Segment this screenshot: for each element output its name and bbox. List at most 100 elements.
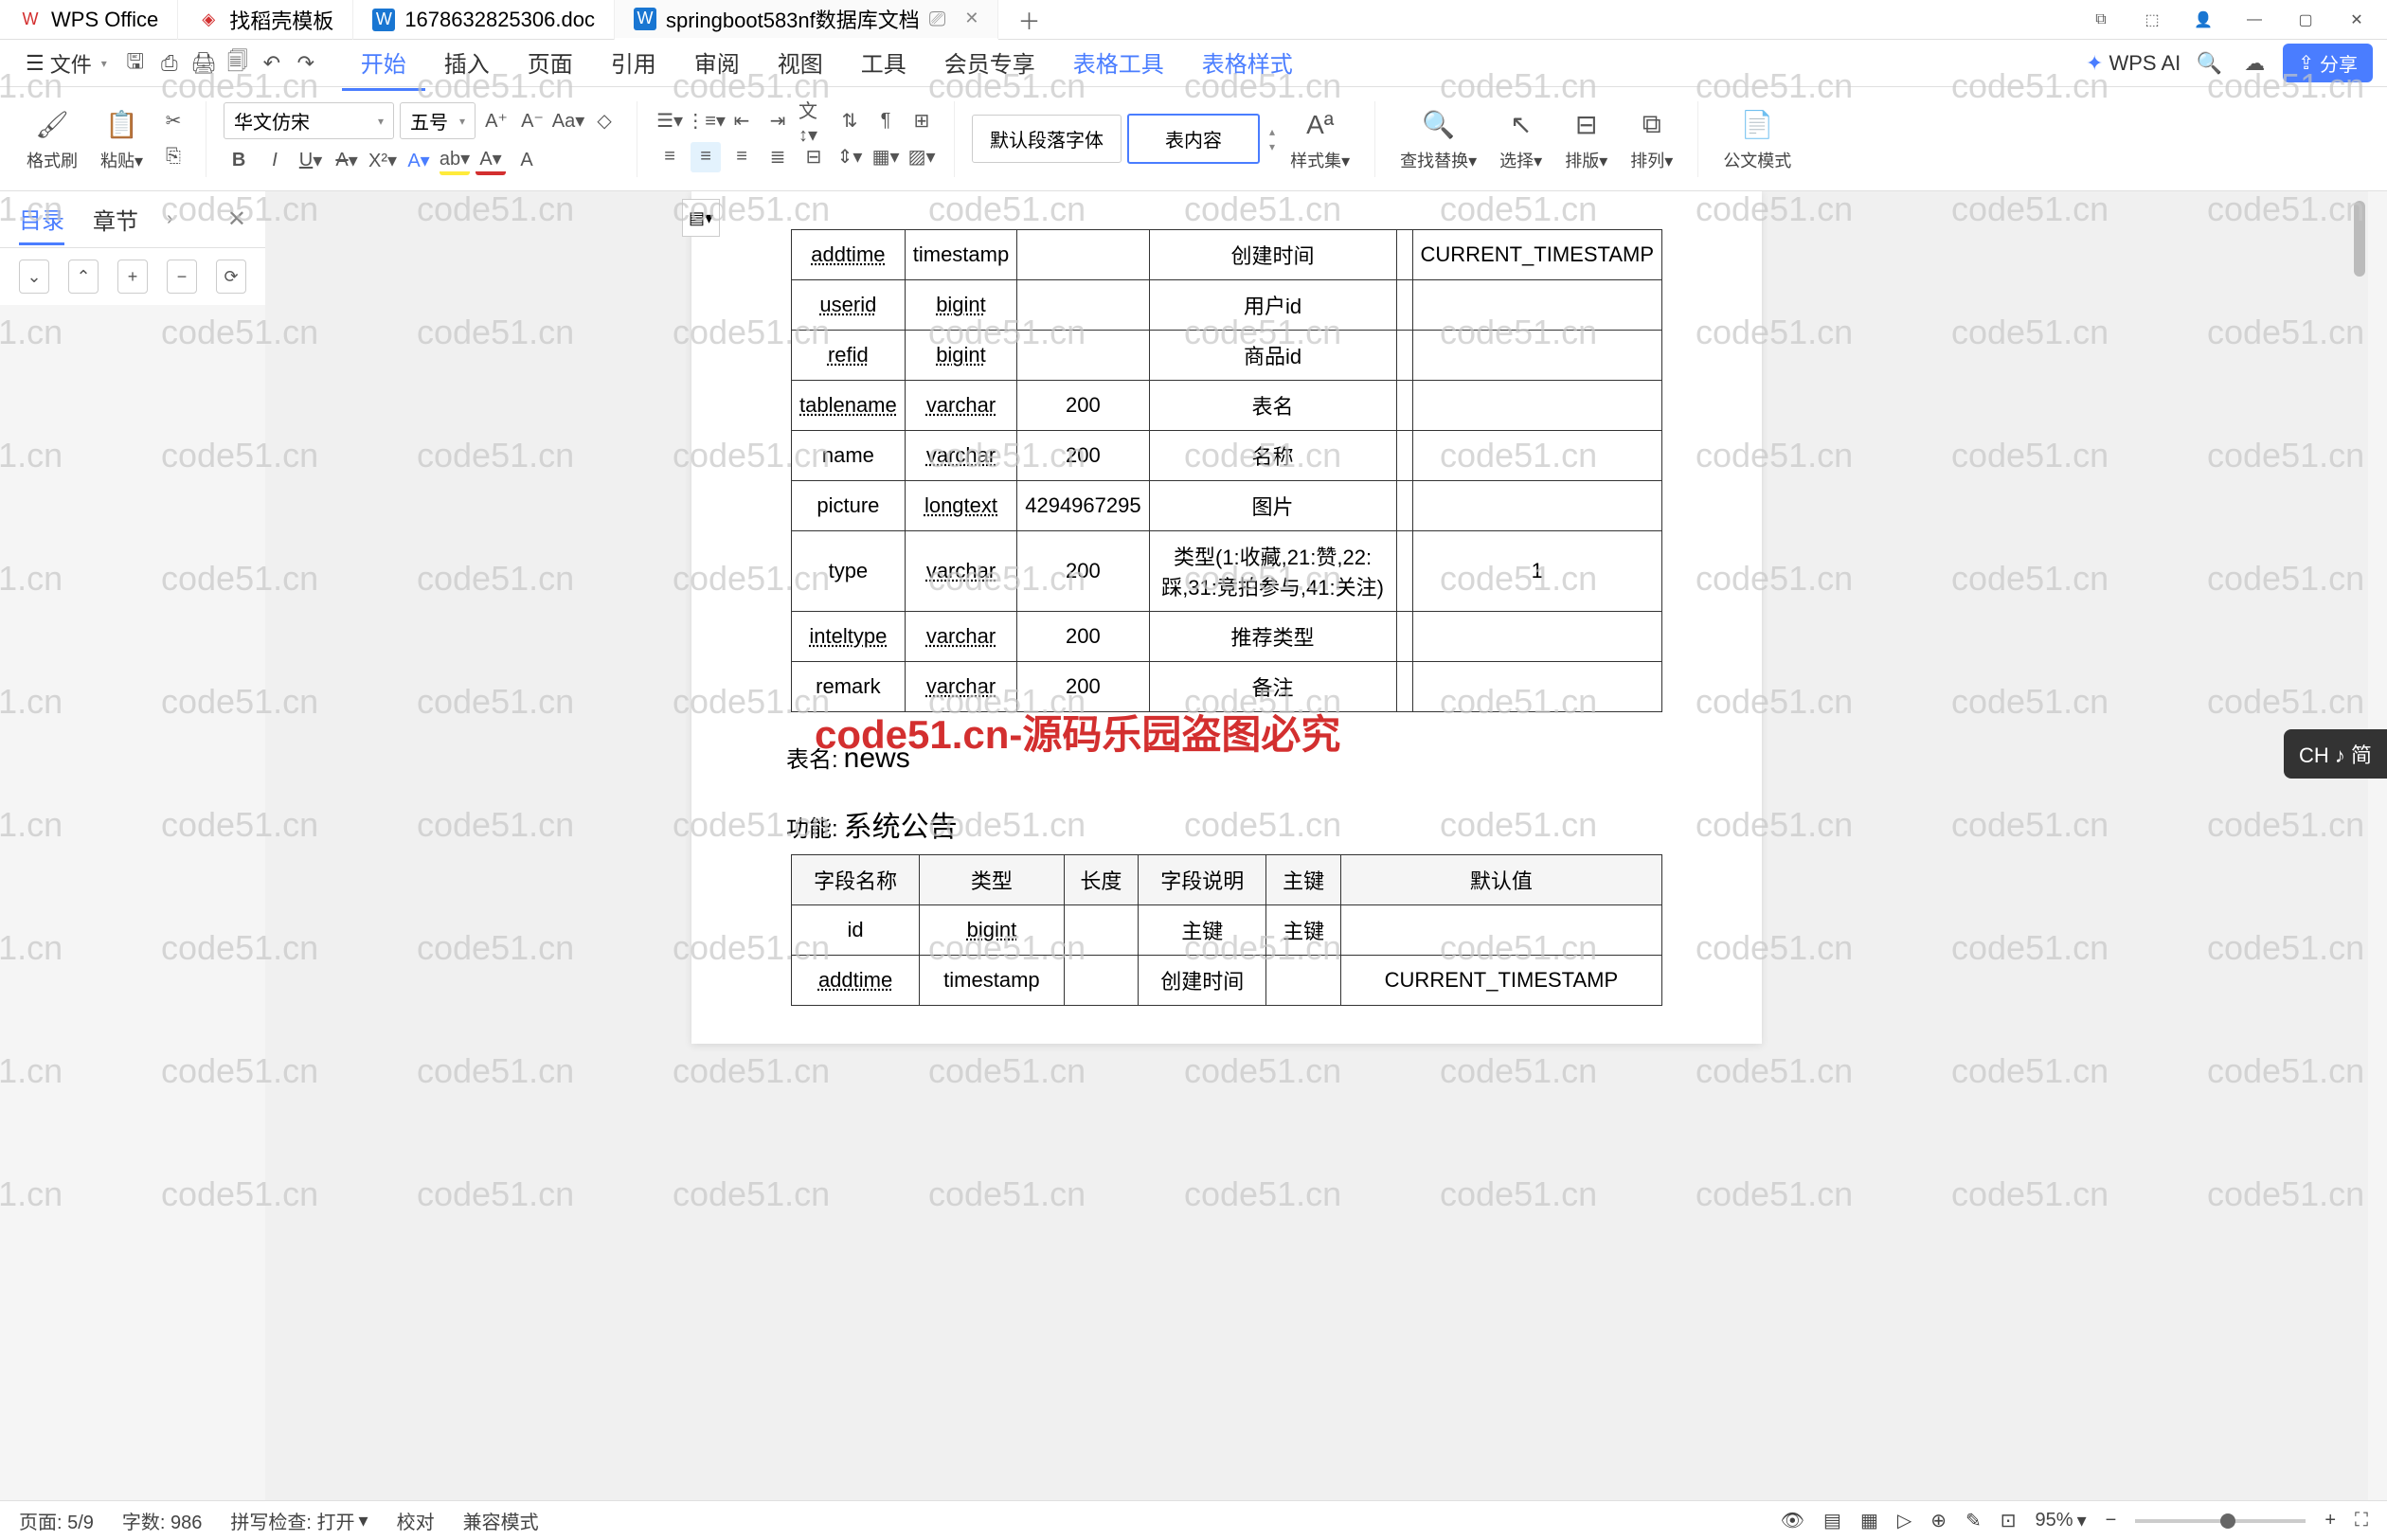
font-color-icon[interactable]: A▾	[476, 145, 506, 175]
sidebar-tab-chapter[interactable]: 章节	[93, 195, 138, 243]
align-center-icon[interactable]: ≡	[691, 142, 721, 172]
table-row[interactable]: picturelongtext4294967295图片	[792, 481, 1662, 531]
view-web-icon[interactable]: ▦	[1860, 1509, 1878, 1532]
close-window-icon[interactable]: ✕	[2345, 9, 2368, 31]
chevron-up-icon[interactable]: ▴	[1269, 125, 1275, 138]
arrange2-icon[interactable]: ⧉	[1633, 106, 1671, 144]
underline-icon[interactable]: U▾	[296, 145, 326, 175]
copy-icon[interactable]: ⎘	[158, 142, 188, 172]
app-tab-wps[interactable]: W WPS Office	[0, 0, 178, 40]
table-row[interactable]: addtimetimestamp创建时间CURRENT_TIMESTAMP	[792, 230, 1662, 280]
ribbon-tab-review[interactable]: 审阅	[675, 36, 759, 91]
refresh-icon[interactable]: ⟳	[216, 260, 246, 294]
style-table-content[interactable]: 表内容	[1127, 114, 1260, 164]
remove-icon[interactable]: −	[167, 260, 197, 294]
italic-icon[interactable]: I	[260, 145, 290, 175]
fit-icon[interactable]: ⊡	[2001, 1509, 2017, 1532]
snap-icon[interactable]: ⊞	[906, 106, 937, 136]
justify-icon[interactable]: ≣	[763, 142, 793, 172]
ribbon-tab-tools[interactable]: 工具	[842, 36, 925, 91]
page-insert-button[interactable]: ▤▾	[682, 199, 720, 237]
table-row[interactable]: inteltypevarchar200推荐类型	[792, 612, 1662, 662]
superscript-icon[interactable]: X²▾	[368, 145, 398, 175]
cube-icon[interactable]: ⬚	[2141, 9, 2163, 31]
ribbon-tab-view[interactable]: 视图	[759, 36, 842, 91]
cut-icon[interactable]: ✂	[158, 106, 188, 136]
chevron-down-icon[interactable]: ▾	[1269, 140, 1275, 153]
doc-mode-icon[interactable]: 📄	[1738, 106, 1776, 144]
numbering-icon[interactable]: ⋮≡▾	[691, 106, 721, 136]
style-default[interactable]: 默认段落字体	[972, 115, 1122, 163]
format-brush-icon[interactable]: 🖌	[33, 106, 71, 144]
zoom-value[interactable]: 95% ▾	[2036, 1509, 2087, 1532]
text-effect-icon[interactable]: A▾	[404, 145, 434, 175]
arrange-icon[interactable]: ⊟	[1568, 106, 1606, 144]
app-tab-doc2-active[interactable]: W springboot583nf数据库文档 ⎚ ✕	[615, 0, 999, 40]
shading2-icon[interactable]: ▨▾	[906, 142, 937, 172]
ime-indicator[interactable]: CH ♪ 简	[2284, 729, 2387, 779]
table-row[interactable]: typevarchar200类型(1:收藏,21:赞,22:踩,31:竞拍参与,…	[792, 531, 1662, 612]
align-left-icon[interactable]: ≡	[655, 142, 685, 172]
highlight-icon[interactable]: ab▾	[440, 145, 470, 175]
search-icon[interactable]: 🔍	[2192, 46, 2226, 81]
select-icon[interactable]: ↖	[1502, 106, 1540, 144]
undo-icon[interactable]: ↶	[255, 46, 289, 81]
table-header-row[interactable]: 字段名称类型长度字段说明主键默认值	[792, 855, 1662, 905]
ribbon-tab-page[interactable]: 页面	[509, 36, 592, 91]
avatar-icon[interactable]: 👤	[2192, 9, 2215, 31]
export-icon[interactable]: ⎙	[153, 46, 187, 81]
print-preview-icon[interactable]: 🗐	[221, 46, 255, 81]
table-row[interactable]: refidbigint商品id	[792, 331, 1662, 381]
border-icon[interactable]: ▦▾	[870, 142, 901, 172]
bullets-icon[interactable]: ☰▾	[655, 106, 685, 136]
status-compat[interactable]: 兼容模式	[463, 1507, 539, 1534]
sort-icon[interactable]: ⇅	[835, 106, 865, 136]
app-tab-doc1[interactable]: W 1678632825306.doc	[353, 0, 615, 40]
indent-left-icon[interactable]: ⇤	[727, 106, 757, 136]
grow-font-icon[interactable]: A⁺	[481, 106, 512, 136]
clear-format-icon[interactable]: ◇	[589, 106, 619, 136]
table-row[interactable]: addtimetimestamp创建时间CURRENT_TIMESTAMP	[792, 956, 1662, 1006]
edit-icon[interactable]: ✎	[1965, 1509, 1982, 1532]
copy-icon[interactable]: ⧉	[2090, 9, 2112, 31]
file-menu[interactable]: ☰ 文件 ▾	[14, 48, 118, 79]
table-row[interactable]: tablenamevarchar200表名	[792, 381, 1662, 431]
cloud-icon[interactable]: ☁	[2237, 46, 2271, 81]
shrink-font-icon[interactable]: A⁻	[517, 106, 547, 136]
ribbon-tab-tabletools[interactable]: 表格工具	[1054, 36, 1183, 91]
ribbon-tab-vip[interactable]: 会员专享	[925, 36, 1054, 91]
sidebar-tab-toc[interactable]: 目录	[19, 194, 64, 245]
collapse-icon[interactable]: ⌄	[19, 260, 49, 294]
close-icon[interactable]: ✕	[964, 9, 978, 28]
text-direction-icon[interactable]: 文↕▾	[799, 106, 829, 136]
close-icon[interactable]: ✕	[227, 206, 246, 233]
globe-icon[interactable]: ⊕	[1930, 1509, 1947, 1532]
minimize-icon[interactable]: —	[2243, 9, 2266, 31]
paste-icon[interactable]: 📋	[103, 106, 141, 144]
app-tab-docer[interactable]: ◈ 找稻壳模板	[178, 0, 353, 40]
view-print-icon[interactable]: ▤	[1823, 1509, 1841, 1532]
share-button[interactable]: ⇪ 分享	[2283, 44, 2373, 82]
font-name-select[interactable]: 华文仿宋 ▾	[224, 102, 394, 139]
status-words[interactable]: 字数: 986	[122, 1507, 202, 1534]
indent-right-icon[interactable]: ⇥	[763, 106, 793, 136]
ribbon-tab-home[interactable]: 开始	[342, 36, 425, 91]
add-icon[interactable]: +	[117, 260, 148, 294]
zoom-thumb[interactable]	[2220, 1513, 2235, 1529]
view-read-icon[interactable]: 👁	[1781, 1509, 1804, 1532]
style-set-icon[interactable]: Aª	[1301, 106, 1339, 144]
distribute-icon[interactable]: ⊟	[799, 142, 829, 172]
ribbon-tab-tablestyle[interactable]: 表格样式	[1183, 36, 1312, 91]
ribbon-tab-ref[interactable]: 引用	[592, 36, 675, 91]
chevron-right-icon[interactable]: ›	[167, 208, 173, 230]
strike-icon[interactable]: A▾	[332, 145, 362, 175]
save-icon[interactable]: 🖫	[118, 46, 153, 81]
change-case-icon[interactable]: Aa▾	[553, 106, 583, 136]
status-proof[interactable]: 校对	[397, 1507, 435, 1534]
zoom-out-icon[interactable]: −	[2106, 1510, 2117, 1531]
line-spacing-icon[interactable]: ⇕▾	[835, 142, 865, 172]
zoom-slider[interactable]	[2135, 1519, 2306, 1523]
wps-ai-button[interactable]: ✦ WPS AI	[2086, 51, 2181, 76]
zoom-in-icon[interactable]: +	[2324, 1510, 2336, 1531]
scrollbar-thumb[interactable]	[2354, 201, 2365, 277]
